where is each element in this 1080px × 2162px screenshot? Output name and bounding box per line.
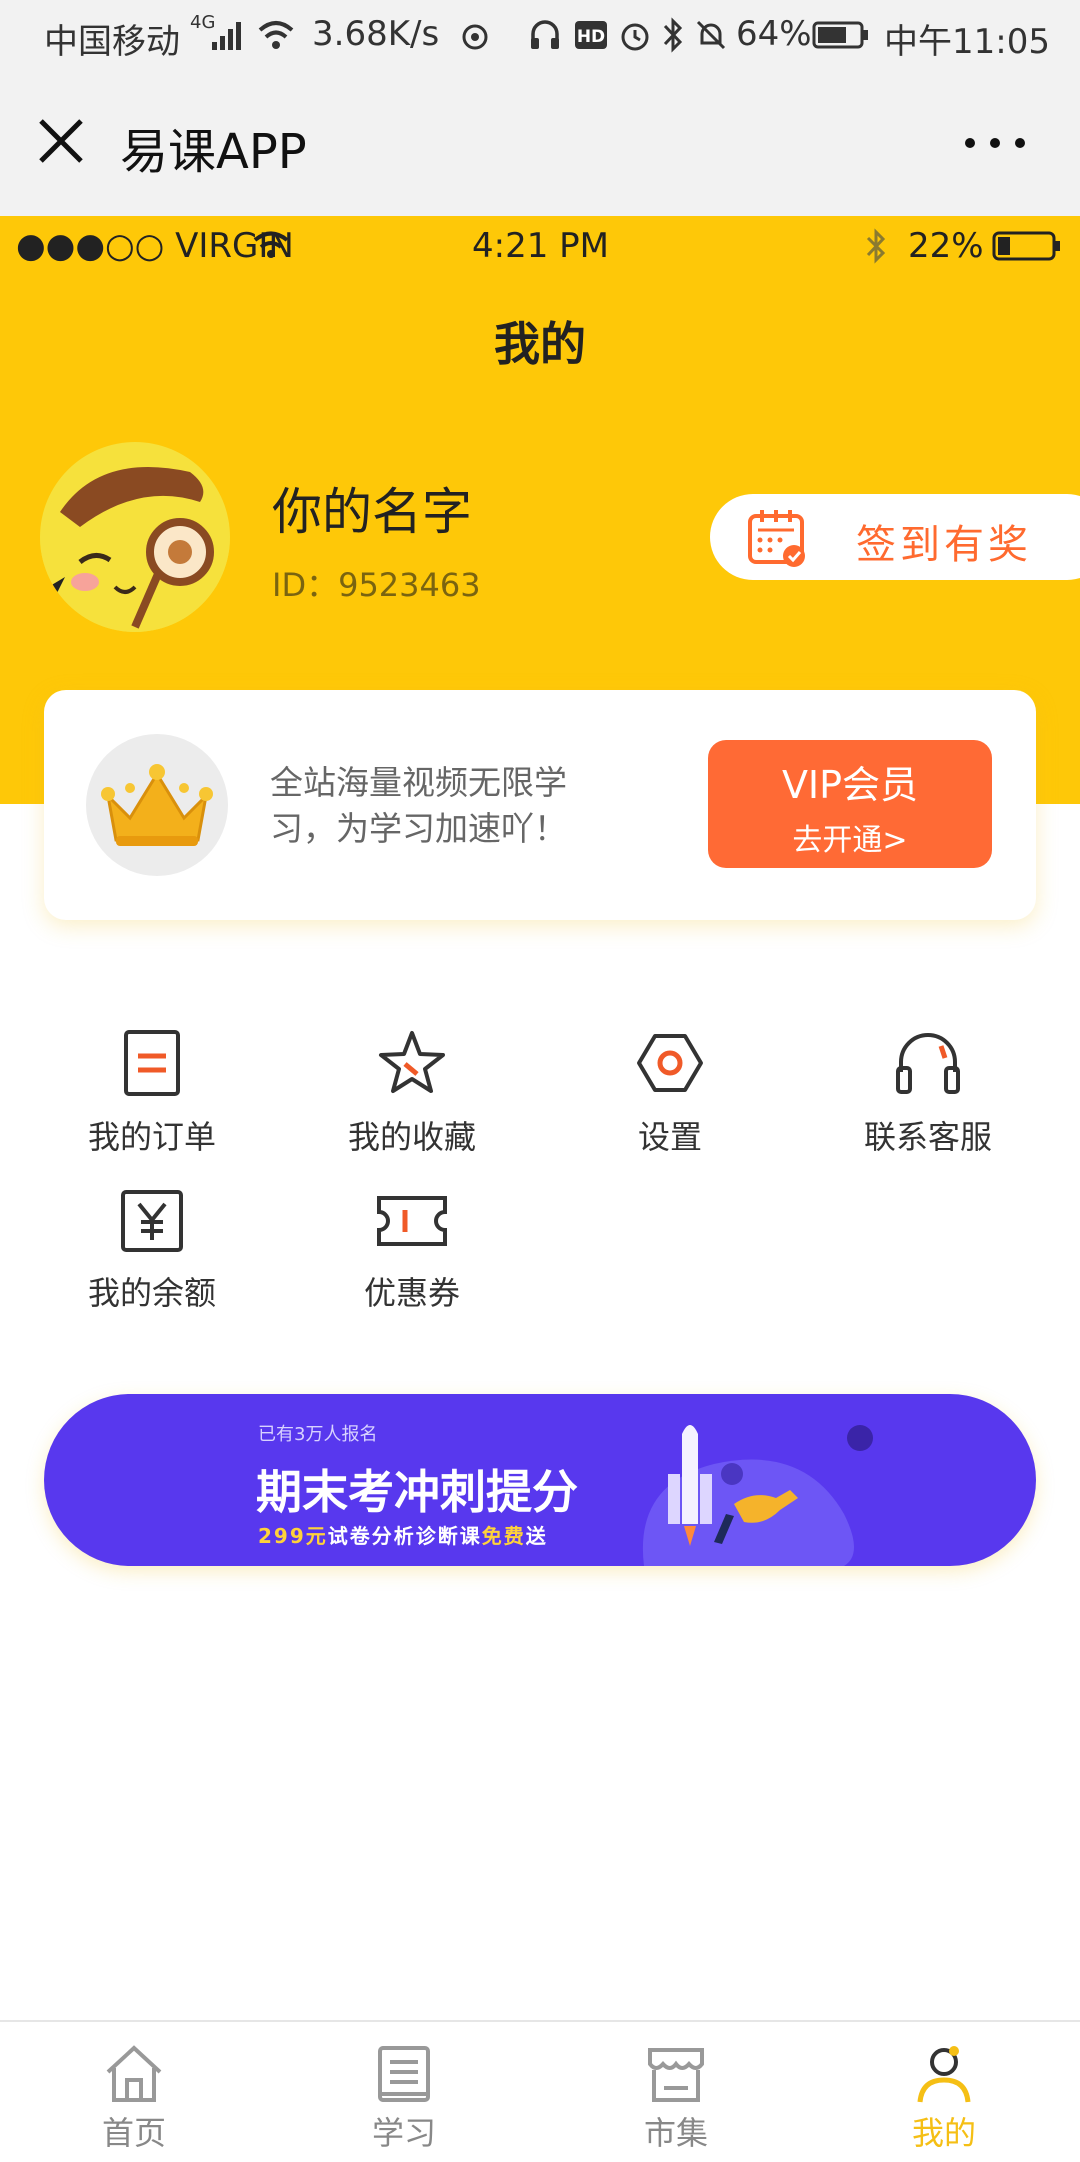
menu-my-balance[interactable]: 我的余额 [22, 1188, 282, 1314]
bluetooth-icon [663, 17, 683, 53]
ios-battery-icon [992, 231, 1060, 261]
sync-icon [462, 24, 488, 50]
tab-study[interactable]: 学习 [334, 2042, 474, 2154]
signal-icon [212, 22, 241, 50]
vip-description: 全站海量视频无限学习，为学习加速吖！ [270, 763, 567, 848]
headset-icon [896, 1033, 960, 1094]
clock: 中午11:05 [884, 22, 1050, 62]
tab-label: 我的 [911, 2114, 976, 2152]
mini-program-header: 易课APP [0, 72, 1080, 216]
cartoon-avatar-icon [40, 452, 230, 632]
star-icon [379, 1031, 445, 1093]
ios-battery-percent: 22% [908, 226, 984, 266]
ios-status-bar: ●●●○○ VIRGIN 4:21 PM 22% [0, 216, 1080, 276]
yen-icon [121, 1190, 183, 1252]
carrier-label: 中国移动 [44, 22, 180, 62]
menu-label: 联系客服 [863, 1118, 992, 1156]
menu-label: 我的订单 [87, 1118, 216, 1156]
menu-label: 优惠券 [363, 1274, 460, 1312]
book-icon [378, 2046, 430, 2102]
banner-promo-text: 试卷分析诊断课 [327, 1524, 482, 1548]
menu-label: 我的余额 [87, 1274, 216, 1312]
bottom-tab-bar: 首页 学习 市集 我的 [0, 2020, 1080, 2162]
vip-card: 全站海量视频无限学习，为学习加速吖！ VIP会员 去开通> [44, 690, 1036, 920]
tab-label: 市集 [643, 2114, 708, 2152]
calendar-check-icon [748, 510, 805, 567]
banner-promo-free: 免费 [481, 1524, 526, 1548]
settings-icon [637, 1034, 703, 1092]
user-id: ID：9523463 [272, 566, 481, 604]
checkin-reward-button[interactable]: 签到有奖 [710, 494, 1080, 580]
tab-home[interactable]: 首页 [64, 2042, 204, 2154]
home-icon [106, 2045, 162, 2102]
menu-coupons[interactable]: 优惠券 [282, 1188, 542, 1314]
user-name: 你的名字 [272, 483, 472, 541]
menu-my-favorites[interactable]: 我的收藏 [282, 1028, 542, 1158]
vip-button-subtitle: 去开通> [792, 823, 908, 858]
more-icon[interactable] [960, 118, 1030, 168]
battery-percent: 64% [736, 14, 812, 54]
menu-customer-service[interactable]: 联系客服 [798, 1028, 1058, 1158]
svg-text:HD: HD [577, 27, 605, 47]
system-status-bar: 中国移动 4G 3.68K/s HD 64% 中午11:05 [0, 0, 1080, 72]
menu-label: 我的收藏 [347, 1118, 476, 1156]
tab-market[interactable]: 市集 [606, 2042, 746, 2154]
banner-promo-text-end: 送 [525, 1524, 548, 1548]
menu-settings[interactable]: 设置 [540, 1028, 800, 1158]
promo-banner[interactable]: 已有3万人报名 期末考冲刺提分 299元试卷分析诊断课免费送 [44, 1394, 1036, 1566]
ios-bluetooth-icon [866, 228, 886, 264]
wifi-icon [258, 21, 294, 49]
crown-icon [101, 764, 213, 846]
menu-my-orders[interactable]: 我的订单 [22, 1028, 282, 1158]
vip-button-title: VIP会员 [781, 763, 919, 807]
banner-promo: 299元试卷分析诊断课免费送 [258, 1520, 548, 1549]
vip-open-button[interactable]: VIP会员 去开通> [708, 740, 992, 868]
tab-mine[interactable]: 我的 [874, 2042, 1014, 2154]
order-icon [124, 1030, 180, 1096]
alarm-icon [621, 23, 649, 51]
close-icon[interactable] [36, 116, 86, 166]
page-title: 我的 [494, 317, 586, 371]
mini-program-title: 易课APP [120, 124, 307, 180]
rocket-illustration-icon [642, 1425, 873, 1566]
crown-badge [86, 734, 228, 876]
tab-label: 学习 [371, 2114, 436, 2152]
mute-icon [696, 20, 726, 50]
network-speed: 3.68K/s [312, 14, 440, 54]
coupon-icon [377, 1196, 447, 1246]
market-icon [648, 2048, 704, 2102]
banner-subtitle: 已有3万人报名 [258, 1424, 378, 1445]
profile-icon [917, 2046, 971, 2103]
tab-label: 首页 [101, 2114, 166, 2152]
hd-icon: HD [575, 21, 607, 49]
battery-icon [812, 21, 868, 49]
ios-time: 4:21 PM [472, 226, 609, 266]
banner-title: 期末考冲刺提分 [256, 1465, 578, 1519]
checkin-label: 签到有奖 [856, 522, 1032, 568]
banner-promo-price: 299元 [258, 1524, 328, 1548]
ios-wifi-icon [253, 231, 289, 258]
avatar[interactable] [40, 442, 230, 632]
menu-label: 设置 [637, 1118, 702, 1156]
headphone-status-icon [531, 20, 559, 49]
